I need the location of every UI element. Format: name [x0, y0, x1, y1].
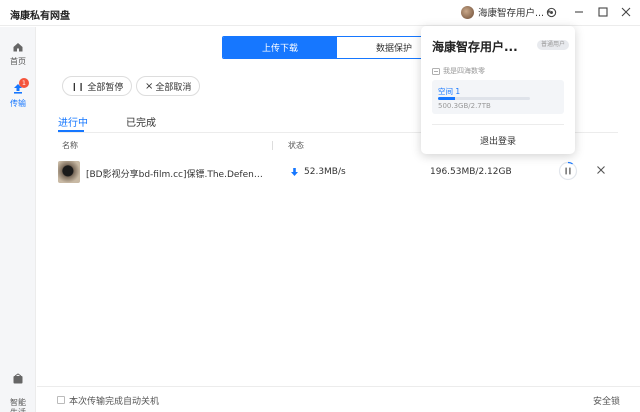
- file-name: [BD影视分享bd-film.cc]保镖.The.Defender.1994..…: [86, 170, 268, 180]
- pause-icon: ❙❙: [71, 81, 85, 91]
- device-name: 我是四海数零: [443, 67, 485, 75]
- storage-usage-fill: [438, 97, 455, 100]
- transfer-count-badge: 1: [19, 78, 29, 88]
- popup-user-name: 海康智存用户...: [432, 40, 518, 54]
- tab-upload-download[interactable]: 上传下载: [223, 37, 337, 58]
- minimize-icon[interactable]: [573, 6, 585, 18]
- speed-value: 52.3MB/s: [304, 167, 346, 177]
- download-speed: 52.3MB/s: [290, 167, 346, 177]
- sidebar-item-label: 传输: [10, 99, 26, 108]
- pause-all-label: 全部暂停: [87, 82, 124, 93]
- file-thumbnail: [58, 161, 80, 183]
- user-role-badge: 普通用户: [537, 40, 570, 50]
- cancel-all-label: 全部取消: [155, 82, 192, 93]
- column-separator: [272, 141, 273, 150]
- sidebar-item-home[interactable]: 首页: [0, 41, 36, 67]
- close-icon: ×: [145, 80, 154, 92]
- maximize-icon[interactable]: [597, 6, 609, 18]
- user-popup: 海康智存用户... 普通用户 我是四海数零 空间 1 500.3GB/2.7TB…: [421, 26, 575, 154]
- transfer-size: 196.53MB/2.12GB: [430, 167, 512, 177]
- pause-progress-button[interactable]: [558, 161, 578, 181]
- user-menu-trigger[interactable]: 海康智存用户... ▾: [461, 5, 551, 19]
- storage-usage-bar: [438, 97, 530, 100]
- table-row[interactable]: [BD影视分享bd-film.cc]保镖.The.Defender.1994..…: [58, 158, 618, 188]
- column-status-header: 状态: [288, 141, 304, 150]
- title-bar: 海康私有网盘 海康智存用户... ▾: [0, 0, 640, 26]
- transfer-mode-segment: 上传下载 数据保护: [222, 36, 452, 59]
- avatar: [461, 5, 474, 19]
- auto-shutdown-label: 本次传输完成自动关机: [69, 397, 160, 407]
- divider: [432, 124, 564, 125]
- sidebar-item-label: 首页: [10, 57, 26, 66]
- pause-all-button[interactable]: ❙❙ 全部暂停: [62, 76, 133, 96]
- cancel-all-button[interactable]: × 全部取消: [136, 76, 201, 96]
- sidebar-item-label: 智能 生活: [10, 398, 26, 412]
- safe-lock-button[interactable]: 安全锁: [593, 394, 620, 407]
- storage-space-card[interactable]: 空间 1 500.3GB/2.7TB: [432, 80, 564, 114]
- device-icon: [432, 67, 440, 75]
- sidebar-item-transfer[interactable]: 1 传输: [0, 78, 36, 109]
- smart-life-icon: [13, 373, 23, 384]
- settings-icon[interactable]: [545, 6, 557, 18]
- footer: 本次传输完成自动关机 安全锁: [37, 386, 640, 412]
- close-window-icon[interactable]: [620, 6, 632, 18]
- home-icon: [13, 43, 23, 52]
- column-name-header: 名称: [62, 141, 78, 150]
- tab-completed[interactable]: 已完成: [126, 114, 156, 129]
- auto-shutdown-checkbox[interactable]: [57, 396, 65, 404]
- space-name: 空间 1: [438, 87, 461, 96]
- space-size: 500.3GB/2.7TB: [438, 102, 491, 110]
- tab-in-progress[interactable]: 进行中: [58, 114, 88, 129]
- device-info: 我是四海数零: [432, 66, 485, 76]
- app-title: 海康私有网盘: [10, 11, 70, 22]
- sidebar: 首页 1 传输 智能 生活: [0, 27, 36, 412]
- logout-button[interactable]: 退出登录: [421, 134, 575, 147]
- sidebar-item-smart-life[interactable]: 智能 生活: [0, 363, 36, 412]
- cancel-transfer-icon[interactable]: [595, 164, 607, 176]
- download-arrow-icon: [291, 168, 298, 176]
- user-name: 海康智存用户...: [478, 8, 545, 19]
